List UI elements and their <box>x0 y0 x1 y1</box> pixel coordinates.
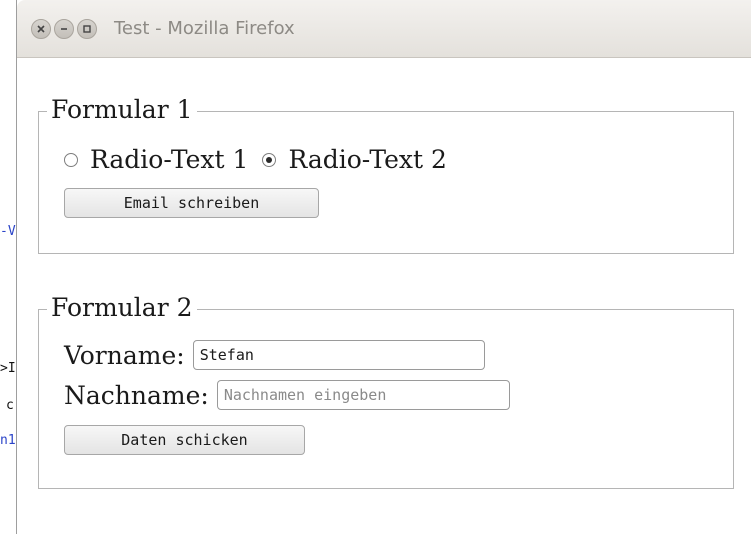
window-titlebar[interactable]: Test - Mozilla Firefox <box>17 0 751 58</box>
radio-label-2[interactable]: Radio-Text 2 <box>288 145 446 174</box>
window-title: Test - Mozilla Firefox <box>114 18 295 39</box>
background-text-fragment: -V <box>0 224 16 239</box>
email-schreiben-button[interactable]: Email schreiben <box>64 188 319 218</box>
lastname-label: Nachname: <box>64 380 209 410</box>
maximize-icon <box>83 24 91 33</box>
page-content: Formular 1 Radio-Text 1 Radio-Text 2 Ema… <box>17 59 750 534</box>
close-button[interactable] <box>31 18 51 39</box>
background-text-fragment: n1 <box>0 433 16 448</box>
firstname-row: Vorname: Stefan <box>64 340 485 370</box>
minimize-button[interactable] <box>54 18 74 39</box>
form2-fieldset: Formular 2 Vorname: Stefan Nachname: Nac… <box>38 290 734 489</box>
lastname-input[interactable]: Nachnamen eingeben <box>216 380 510 410</box>
radio-button-1[interactable] <box>64 152 78 167</box>
radio-button-2[interactable] <box>262 152 277 167</box>
maximize-button[interactable] <box>77 18 97 39</box>
form1-fieldset: Formular 1 Radio-Text 1 Radio-Text 2 Ema… <box>38 92 734 254</box>
form1-radio-group: Radio-Text 1 Radio-Text 2 <box>64 145 461 174</box>
background-window-fragment: -V >I c n1 <box>0 0 16 534</box>
radio-label-1[interactable]: Radio-Text 1 <box>90 145 248 174</box>
form2-legend: Formular 2 <box>47 290 197 326</box>
firefox-window: Test - Mozilla Firefox Formular 1 Radio-… <box>16 0 751 534</box>
lastname-row: Nachname: Nachnamen eingeben <box>64 380 510 410</box>
radio-selected-dot <box>266 156 273 163</box>
background-text-fragment: >I <box>0 361 16 376</box>
background-text-fragment: c <box>6 398 14 413</box>
firstname-label: Vorname: <box>64 340 185 370</box>
minimize-icon <box>61 27 67 30</box>
firstname-input[interactable]: Stefan <box>192 340 485 370</box>
close-icon <box>37 24 45 33</box>
daten-schicken-button[interactable]: Daten schicken <box>64 425 305 455</box>
form1-legend: Formular 1 <box>47 92 197 128</box>
